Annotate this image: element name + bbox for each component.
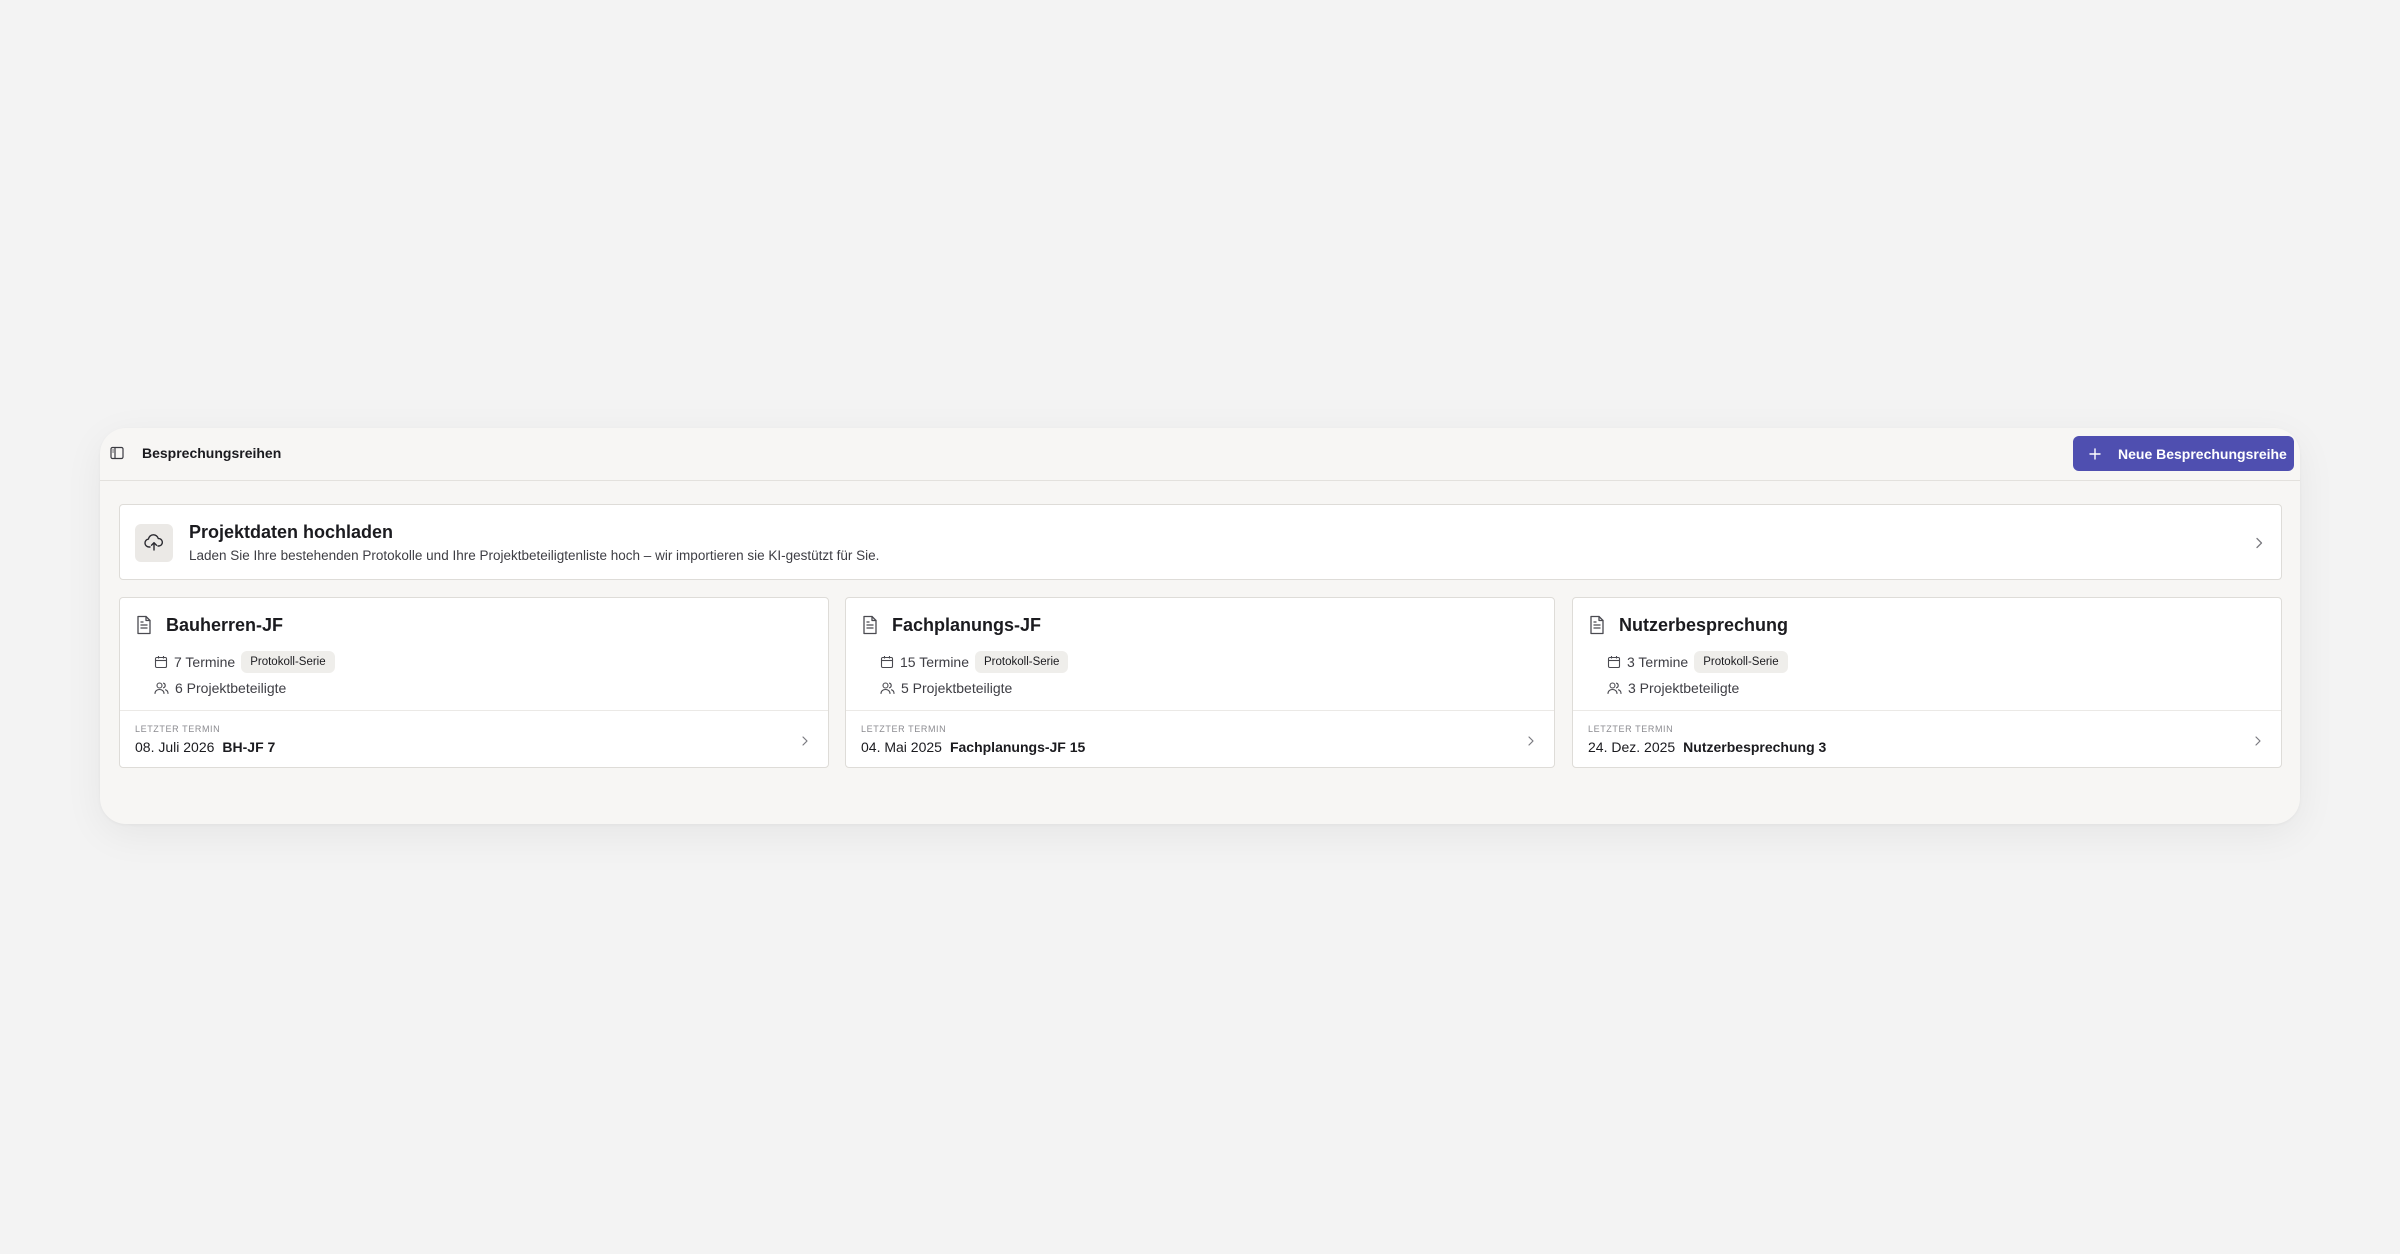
- last-appointment-name: Fachplanungs-JF 15: [949, 739, 1086, 755]
- last-appointment-name: Nutzerbesprechung 3: [1683, 739, 1827, 755]
- document-icon: [1588, 615, 1606, 635]
- series-name: Fachplanungs-JF: [892, 615, 1042, 635]
- upload-title: Projektdaten hochladen: [189, 522, 394, 542]
- app-window: Besprechungsreihen Neue Besprechungsreih…: [100, 428, 2300, 824]
- last-appointment-label: Letzter Termin: [1588, 724, 1674, 734]
- top-bar: Besprechungsreihen Neue Besprechungsreih…: [100, 428, 2300, 481]
- users-icon: [1607, 682, 1622, 695]
- participants-row: 5 Projektbeteiligte: [880, 680, 1012, 696]
- new-series-button[interactable]: Neue Besprechungsreihe: [2073, 436, 2294, 471]
- participants-count: 5 Projektbeteiligte: [901, 680, 1013, 696]
- upload-project-data-card[interactable]: Projektdaten hochladen Laden Sie Ihre be…: [119, 504, 2282, 580]
- chevron-right-icon: [1526, 734, 1536, 748]
- series-card-bauherren-jf[interactable]: Bauherren-JF 7 Termine Protokoll-Serie 6…: [119, 597, 829, 768]
- calendar-icon: [880, 656, 894, 669]
- participants-row: 3 Projektbeteiligte: [1607, 680, 1739, 696]
- chevron-right-icon: [2253, 536, 2265, 550]
- chevron-right-icon: [800, 734, 810, 748]
- last-appointment-label: Letzter Termin: [135, 724, 221, 734]
- divider: [120, 710, 828, 711]
- last-appointment: 04. Mai 2025 Fachplanungs-JF 15: [861, 739, 1085, 755]
- series-card-fachplanungs-jf[interactable]: Fachplanungs-JF 15 Termine Protokoll-Ser…: [845, 597, 1555, 768]
- appointments-row: 3 Termine Protokoll-Serie: [1607, 651, 1788, 673]
- status-badge: Protokoll-Serie: [975, 651, 1069, 673]
- document-icon: [861, 615, 879, 635]
- appointments-row: 7 Termine Protokoll-Serie: [154, 651, 335, 673]
- participants-count: 3 Projektbeteiligte: [1628, 680, 1740, 696]
- series-name: Bauherren-JF: [166, 615, 284, 635]
- page-title: Besprechungsreihen: [142, 445, 282, 461]
- last-appointment-label: Letzter Termin: [861, 724, 947, 734]
- participants-row: 6 Projektbeteiligte: [154, 680, 286, 696]
- calendar-icon: [1607, 656, 1621, 669]
- document-icon: [135, 615, 153, 635]
- last-appointment-date: 04. Mai 2025: [861, 739, 942, 755]
- divider: [1573, 710, 2281, 711]
- last-appointment-name: BH-JF 7: [222, 739, 276, 755]
- plus-icon: [2088, 447, 2102, 461]
- last-appointment: 24. Dez. 2025 Nutzerbesprechung 3: [1588, 739, 1826, 755]
- status-badge: Protokoll-Serie: [1694, 651, 1788, 673]
- users-icon: [154, 682, 169, 695]
- cloud-upload-icon: [135, 524, 173, 562]
- appointments-count: 3 Termine: [1627, 654, 1689, 670]
- last-appointment-date: 24. Dez. 2025: [1588, 739, 1676, 755]
- series-card-nutzerbesprechung[interactable]: Nutzerbesprechung 3 Termine Protokoll-Se…: [1572, 597, 2282, 768]
- upload-description: Laden Sie Ihre bestehenden Protokolle un…: [189, 548, 880, 563]
- series-name: Nutzerbesprechung: [1619, 615, 1789, 635]
- sidebar-toggle-icon[interactable]: [109, 445, 125, 461]
- users-icon: [880, 682, 895, 695]
- divider: [846, 710, 1554, 711]
- participants-count: 6 Projektbeteiligte: [175, 680, 287, 696]
- new-series-button-label: Neue Besprechungsreihe: [2118, 445, 2287, 462]
- status-badge: Protokoll-Serie: [241, 651, 335, 673]
- appointments-count: 7 Termine: [174, 654, 236, 670]
- appointments-row: 15 Termine Protokoll-Serie: [880, 651, 1069, 673]
- last-appointment: 08. Juli 2026 BH-JF 7: [135, 739, 275, 755]
- chevron-right-icon: [2253, 734, 2263, 748]
- calendar-icon: [154, 656, 168, 669]
- appointments-count: 15 Termine: [900, 654, 970, 670]
- last-appointment-date: 08. Juli 2026: [135, 739, 215, 755]
